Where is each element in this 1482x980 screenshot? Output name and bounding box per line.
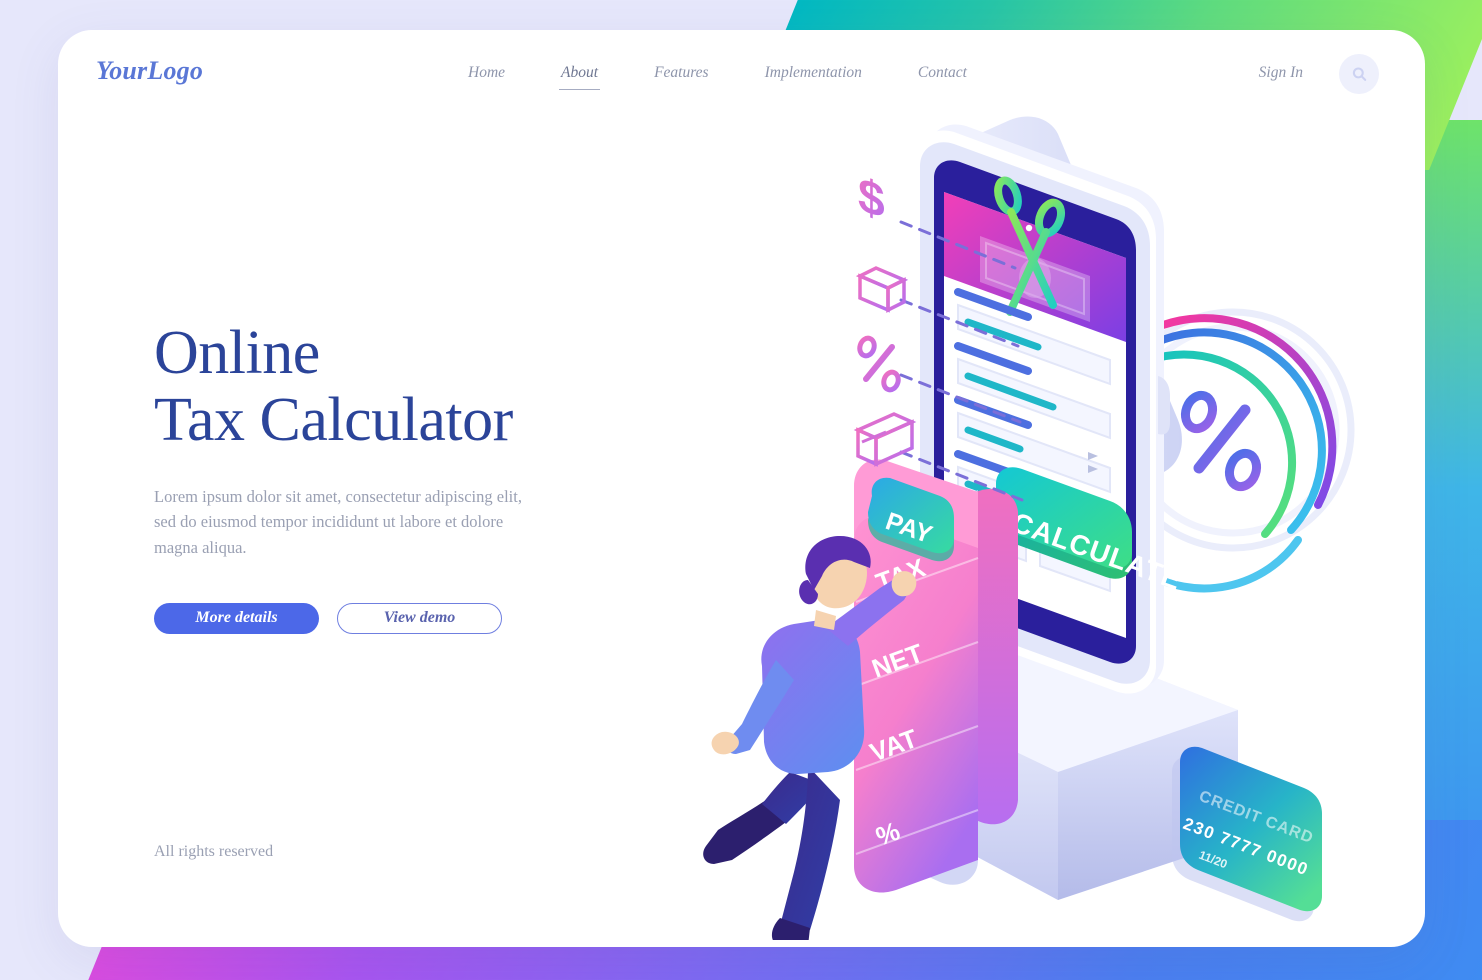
hero-cta-group: More details View demo [154, 602, 714, 634]
hero-title-line-1: Online [154, 319, 320, 387]
nav-item-implementation[interactable]: Implementation [755, 60, 872, 86]
credit-card-graphic: CREDIT CARD 230 7777 0000 11/20 [1172, 746, 1322, 922]
tax-calculator-illustration: CALCULATE TAX [658, 100, 1418, 940]
search-icon [1352, 66, 1366, 81]
hero-description: Lorem ipsum dolor sit amet, consectetur … [154, 486, 522, 558]
search-button[interactable] [1339, 54, 1379, 94]
page-title: Online Tax Calculator [154, 320, 714, 454]
main-navigation: Home About Features Implementation Conta… [458, 60, 977, 90]
svg-text:$: $ [858, 167, 885, 229]
nav-item-about[interactable]: About [551, 60, 608, 90]
logo[interactable]: YourLogo [96, 56, 203, 86]
percent-icon [857, 335, 901, 393]
sign-in-link[interactable]: Sign In [1259, 64, 1303, 82]
more-details-button[interactable]: More details [154, 602, 319, 634]
hero-section: Online Tax Calculator Lorem ipsum dolor … [154, 320, 714, 634]
hero-title-line-2: Tax Calculator [154, 385, 513, 454]
nav-item-features[interactable]: Features [644, 60, 719, 86]
nav-item-home[interactable]: Home [458, 60, 515, 86]
percent-symbol [1180, 390, 1262, 492]
copyright-text: All rights reserved [154, 843, 274, 860]
dollar-icon: $ [858, 167, 885, 229]
view-demo-button[interactable]: View demo [337, 602, 502, 634]
landing-page-card: YourLogo Home About Features Implementat… [58, 30, 1425, 947]
nav-item-contact[interactable]: Contact [908, 60, 977, 86]
